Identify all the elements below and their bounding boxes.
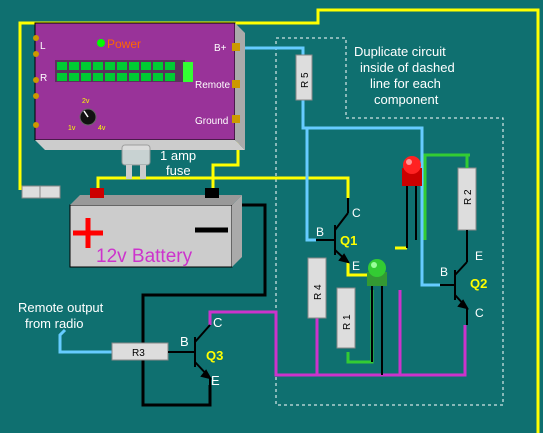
- q3-emitter-label: E: [211, 373, 220, 388]
- level-meter: [55, 60, 193, 82]
- diagram-canvas: Power L R 2v 1v 4v B+ Remote Ground 1 am…: [18, 8, 540, 433]
- q1-name-label: Q1: [340, 233, 357, 248]
- r2-label: R 2: [463, 189, 474, 205]
- note-line1: Duplicate circuit: [354, 44, 446, 59]
- remote-input-line2: from radio: [25, 316, 84, 331]
- r1-label: R 1: [342, 314, 353, 330]
- q1-emitter-label: E: [352, 259, 360, 273]
- q2-base-label: B: [440, 265, 448, 279]
- terminal-ground-post: [232, 115, 240, 123]
- knob-4v-label: 4v: [98, 125, 106, 132]
- battery-label: 12v Battery: [96, 246, 193, 267]
- q3-collector-label: C: [213, 315, 222, 330]
- green-led: [367, 259, 387, 375]
- r5-label: R 5: [300, 72, 311, 88]
- fuse-label-line2: fuse: [166, 163, 191, 178]
- q3-base-label: B: [180, 334, 189, 349]
- right-channel-label: R: [40, 73, 47, 84]
- jack-sub: [33, 122, 39, 128]
- r3-label: R3: [132, 348, 145, 359]
- note-line3: line for each: [370, 76, 441, 91]
- terminal-bplus-post: [232, 43, 240, 51]
- q1-collector-label: C: [352, 206, 361, 220]
- jack-left-1: [33, 35, 39, 41]
- r4-label: R 4: [313, 284, 324, 300]
- remote-input-line1: Remote output: [18, 300, 104, 315]
- jack-right-1: [33, 77, 39, 83]
- fuse: [121, 144, 151, 179]
- battery-negative-terminal: [205, 188, 219, 198]
- jack-right-2: [33, 93, 39, 99]
- q2-name-label: Q2: [470, 276, 487, 291]
- fuse-label-line1: 1 amp: [160, 148, 196, 163]
- terminal-remote-label: Remote: [195, 80, 230, 91]
- terminal-bplus-label: B+: [214, 43, 227, 54]
- wire-remote-input: [58, 328, 112, 354]
- q3-name-label: Q3: [206, 348, 223, 363]
- left-channel-label: L: [40, 41, 46, 52]
- q1-base-label: B: [316, 225, 324, 239]
- red-led: [402, 156, 422, 248]
- battery-positive-terminal: [90, 188, 104, 198]
- power-label: Power: [107, 37, 141, 51]
- q2-emitter-label: E: [475, 249, 483, 263]
- knob-1v-label: 1v: [68, 125, 76, 132]
- q2-collector-label: C: [475, 306, 484, 320]
- terminal-ground-label: Ground: [195, 116, 228, 127]
- connector-block: [21, 185, 61, 199]
- knob-2v-label: 2v: [82, 98, 90, 105]
- wire-bplus-to-r5: [235, 46, 305, 55]
- wire-r5-to-q1-base: [301, 98, 316, 242]
- jack-left-2: [33, 51, 39, 57]
- power-led: [97, 39, 105, 47]
- terminal-remote-post: [232, 80, 240, 88]
- note-line2: inside of dashed: [360, 60, 455, 75]
- note-line4: component: [374, 92, 439, 107]
- wiring-diagram: Power L R 2v 1v 4v B+ Remote Ground 1 am…: [0, 0, 543, 433]
